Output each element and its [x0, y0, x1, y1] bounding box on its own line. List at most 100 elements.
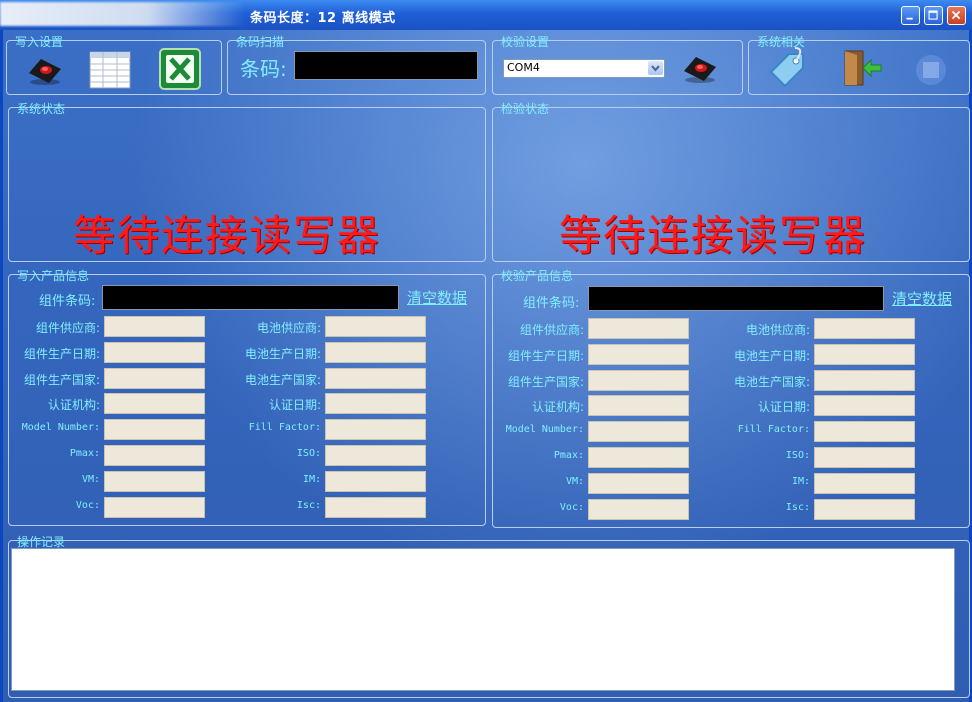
write-product-info-legend: 写入产品信息: [17, 269, 90, 283]
verify-left-field-input[interactable]: [588, 421, 689, 443]
window-title: 条码长度：12 离线模式: [250, 11, 396, 26]
system-status-message: 等待连接读写器: [73, 211, 382, 260]
title-bar: 条码长度：12 离线模式: [0, 0, 972, 31]
system-status-group: 系统状态 等待连接读写器: [8, 102, 486, 262]
write-right-field-label: 认证日期:: [268, 398, 321, 413]
rfid-reader-icon: [684, 57, 716, 83]
write-settings-legend: 写入设置: [15, 35, 64, 49]
close-button[interactable]: [947, 6, 966, 25]
verify-left-field-label: 组件生产国家:: [507, 374, 584, 389]
chevron-down-icon[interactable]: [648, 61, 663, 75]
verify-left-field-label: Model Number:: [505, 424, 584, 436]
verify-right-field-input[interactable]: [814, 447, 915, 468]
barcode-scan-group: 条码扫描 条码:: [227, 35, 486, 95]
tag-button[interactable]: [765, 46, 809, 93]
write-left-field-label: 认证机构:: [47, 398, 100, 413]
com-port-value: COM4: [507, 61, 540, 74]
write-right-field-label: IM:: [302, 473, 321, 485]
exit-door-icon: [844, 50, 882, 86]
write-right-field-input[interactable]: [325, 316, 426, 337]
write-left-field-label: VM:: [81, 473, 100, 485]
write-right-field-label: 电池供应商:: [256, 321, 321, 335]
write-right-field-label: Isc:: [296, 499, 321, 511]
write-right-field-input[interactable]: [325, 419, 426, 441]
maximize-button[interactable]: [924, 6, 943, 25]
verify-right-field-input[interactable]: [814, 472, 915, 494]
verify-right-field-input[interactable]: [814, 318, 915, 339]
write-right-field-label: ISO:: [296, 448, 321, 459]
table-grid-icon: [89, 51, 131, 89]
write-reader-button[interactable]: [25, 53, 65, 90]
stop-icon: [916, 55, 946, 85]
write-left-field-input[interactable]: [104, 316, 205, 337]
verify-left-field-input[interactable]: [588, 318, 689, 339]
operation-log-textarea[interactable]: [11, 548, 955, 691]
verify-settings-group: 校验设置 COM4: [492, 35, 743, 95]
verify-left-field-label: 组件生产日期:: [507, 348, 584, 363]
verify-reader-button[interactable]: [680, 51, 720, 88]
exit-button[interactable]: [839, 48, 883, 91]
verify-barcode-label: 组件条码:: [523, 296, 580, 311]
verify-left-field-input[interactable]: [588, 472, 689, 494]
verify-left-field-input[interactable]: [588, 498, 689, 520]
com-port-select[interactable]: COM4: [503, 59, 665, 78]
data-table-button[interactable]: [89, 51, 131, 92]
verify-right-field-label: 电池生产日期:: [733, 348, 810, 363]
write-right-field-input[interactable]: [325, 393, 426, 415]
write-right-field-input[interactable]: [325, 341, 426, 363]
verify-left-field-label: VM:: [565, 475, 584, 487]
write-clear-data-link[interactable]: 清空数据: [407, 287, 467, 308]
verify-clear-data-link[interactable]: 清空数据: [892, 288, 952, 309]
write-left-field-input[interactable]: [104, 367, 205, 389]
verify-status-legend: 检验状态: [501, 102, 550, 116]
write-left-field-label: Model Number:: [21, 422, 100, 434]
barcode-scan-legend: 条码扫描: [236, 35, 285, 49]
minimize-button[interactable]: [901, 6, 920, 25]
write-right-field-label: 电池生产国家:: [244, 372, 321, 387]
verify-right-field-input[interactable]: [814, 395, 915, 417]
write-left-field-input[interactable]: [104, 445, 205, 466]
verify-right-field-label: 电池生产国家:: [733, 374, 810, 389]
verify-left-field-input[interactable]: [588, 369, 689, 391]
barcode-label: 条码:: [240, 57, 287, 81]
verify-settings-legend: 校验设置: [501, 35, 550, 49]
verify-right-field-input[interactable]: [814, 343, 915, 365]
write-right-field-label: Fill Factor:: [248, 422, 321, 434]
write-product-info-group: 写入产品信息 组件条码: 清空数据 组件供应商: 组件生产日期: 组件生产国家: 认证…: [8, 269, 486, 526]
verify-left-field-input[interactable]: [588, 447, 689, 468]
write-left-field-label: 组件生产国家:: [23, 372, 100, 387]
write-left-field-label: 组件生产日期:: [23, 346, 100, 361]
verify-left-field-label: 组件供应商:: [519, 323, 584, 337]
write-barcode-input[interactable]: [102, 285, 399, 310]
write-left-field-input[interactable]: [104, 419, 205, 441]
tag-icon: [769, 47, 804, 88]
maximize-icon: [928, 10, 938, 20]
write-left-field-input[interactable]: [104, 496, 205, 518]
export-excel-button[interactable]: [158, 47, 202, 94]
write-right-field-input[interactable]: [325, 367, 426, 389]
close-icon: [951, 10, 961, 20]
write-right-field-input[interactable]: [325, 445, 426, 466]
excel-icon: [159, 48, 201, 90]
verify-barcode-input[interactable]: [588, 286, 884, 311]
verify-status-message: 等待连接读写器: [559, 211, 868, 260]
write-right-field-label: 电池生产日期:: [244, 346, 321, 361]
verify-right-field-input[interactable]: [814, 369, 915, 391]
verify-product-info-legend: 校验产品信息: [501, 269, 574, 283]
barcode-scan-input[interactable]: [294, 51, 478, 80]
verify-left-field-input[interactable]: [588, 395, 689, 417]
title-bar-blurred-area: [0, 2, 245, 26]
write-left-field-input[interactable]: [104, 393, 205, 415]
verify-right-field-label: Isc:: [785, 501, 810, 513]
write-left-field-input[interactable]: [104, 470, 205, 492]
verify-status-group: 检验状态 等待连接读写器: [492, 102, 970, 262]
write-right-field-input[interactable]: [325, 470, 426, 492]
write-right-field-input[interactable]: [325, 496, 426, 518]
verify-right-field-input[interactable]: [814, 498, 915, 520]
verify-right-field-input[interactable]: [814, 421, 915, 443]
stop-button[interactable]: [909, 53, 949, 90]
verify-left-field-label: 认证机构:: [531, 400, 584, 415]
write-left-field-input[interactable]: [104, 341, 205, 363]
system-status-legend: 系统状态: [17, 102, 66, 116]
verify-left-field-input[interactable]: [588, 343, 689, 365]
